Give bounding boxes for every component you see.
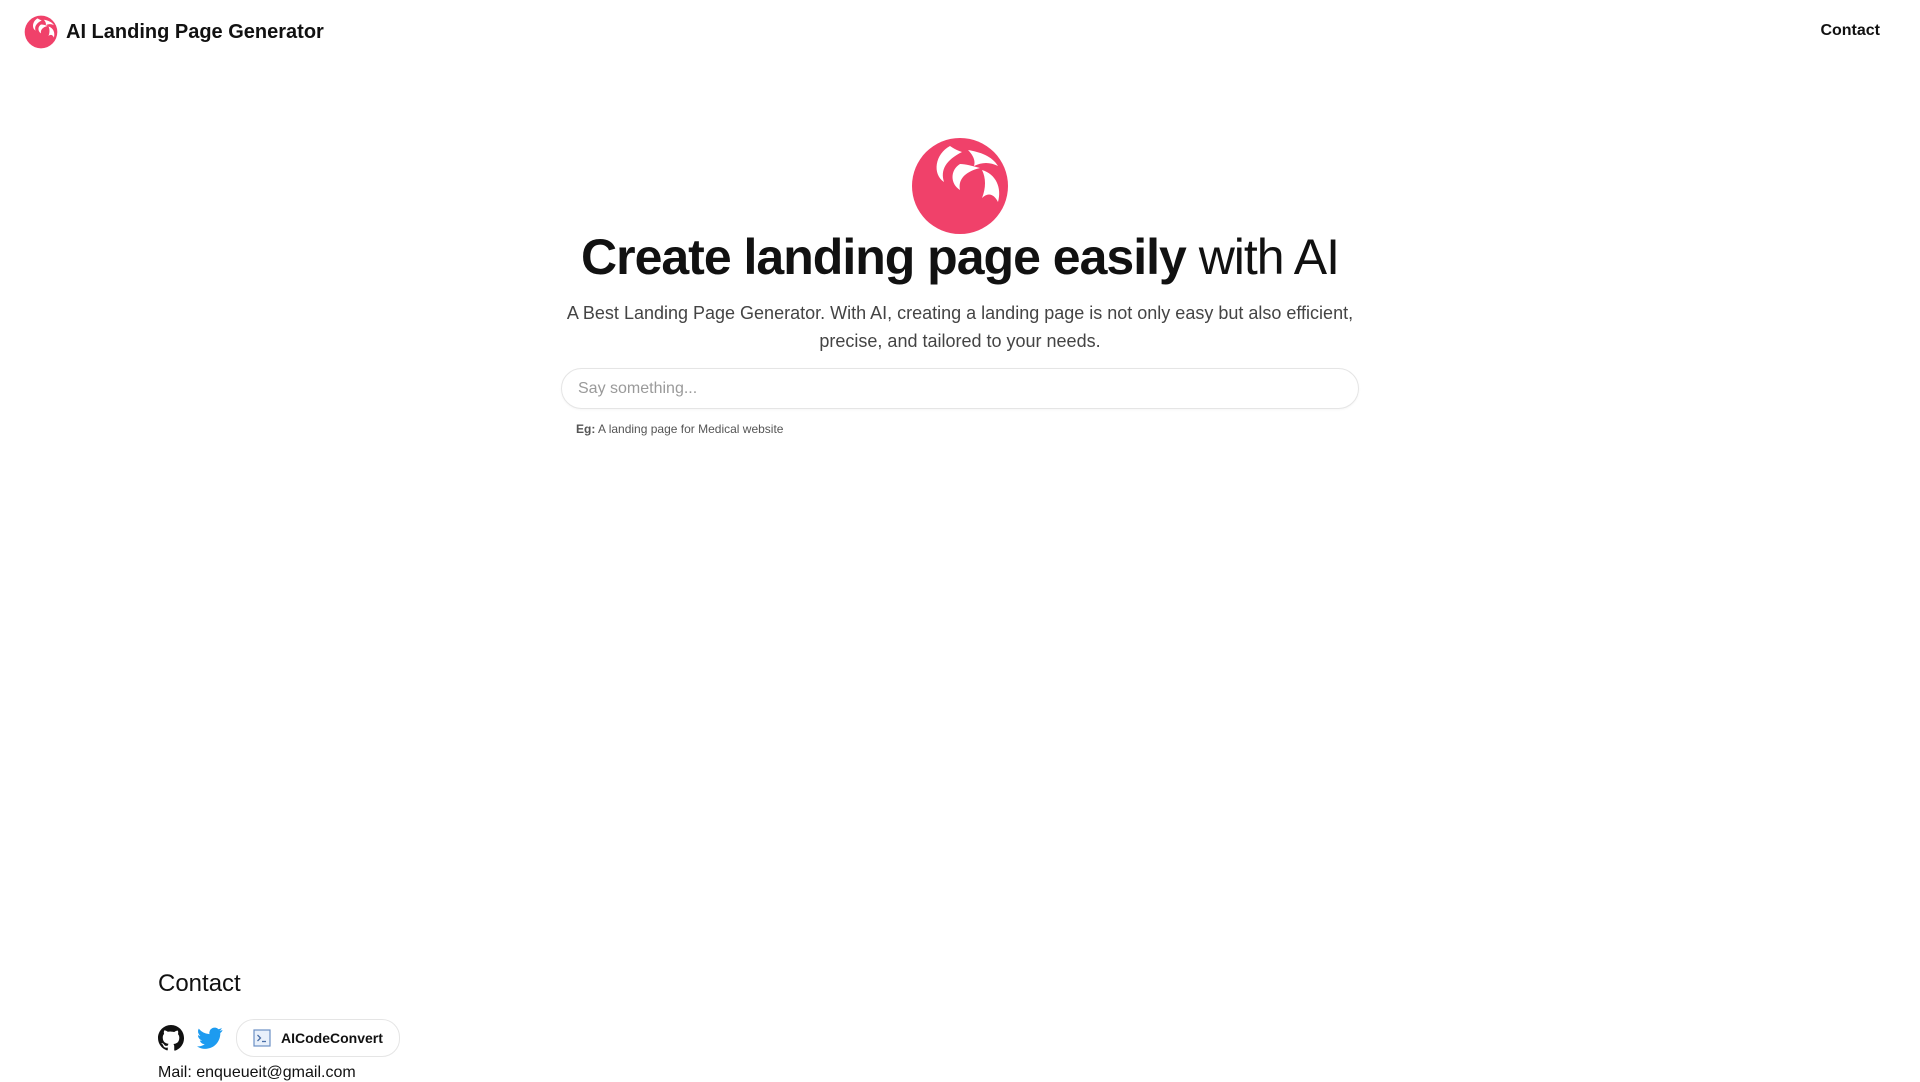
- subtitle: A Best Landing Page Generator. With AI, …: [566, 303, 1354, 351]
- example-text[interactable]: A landing page for Medical website: [598, 422, 783, 436]
- aicodeconvert-button[interactable]: AICodeConvert: [236, 1019, 400, 1057]
- hero-phoenix-logo-icon: [912, 138, 1008, 234]
- header: AI Landing Page Generator Contact: [0, 0, 1920, 64]
- terminal-icon: [253, 1029, 271, 1047]
- prompt-input[interactable]: [561, 368, 1359, 409]
- headline-light: with AI: [1198, 229, 1340, 285]
- aicodeconvert-label: AICodeConvert: [281, 1030, 383, 1046]
- example-hint: Eg: A landing page for Medical website: [576, 422, 783, 436]
- example-label: Eg:: [576, 422, 596, 436]
- contact-nav-link[interactable]: Contact: [1820, 22, 1880, 40]
- footer-links: AICodeConvert: [158, 1019, 400, 1057]
- app-title: AI Landing Page Generator: [66, 20, 324, 43]
- page-title: Create landing page easily with AI: [0, 228, 1920, 286]
- github-icon[interactable]: [158, 1025, 184, 1051]
- brand-link[interactable]: AI Landing Page Generator: [24, 15, 324, 49]
- phoenix-logo-icon: [24, 15, 58, 49]
- footer-contact-title: Contact: [158, 970, 241, 997]
- twitter-icon[interactable]: [196, 1025, 224, 1051]
- contact-mail[interactable]: Mail: enqueueit@gmail.com: [158, 1064, 356, 1082]
- headline-bold: Create landing page easily: [581, 229, 1187, 285]
